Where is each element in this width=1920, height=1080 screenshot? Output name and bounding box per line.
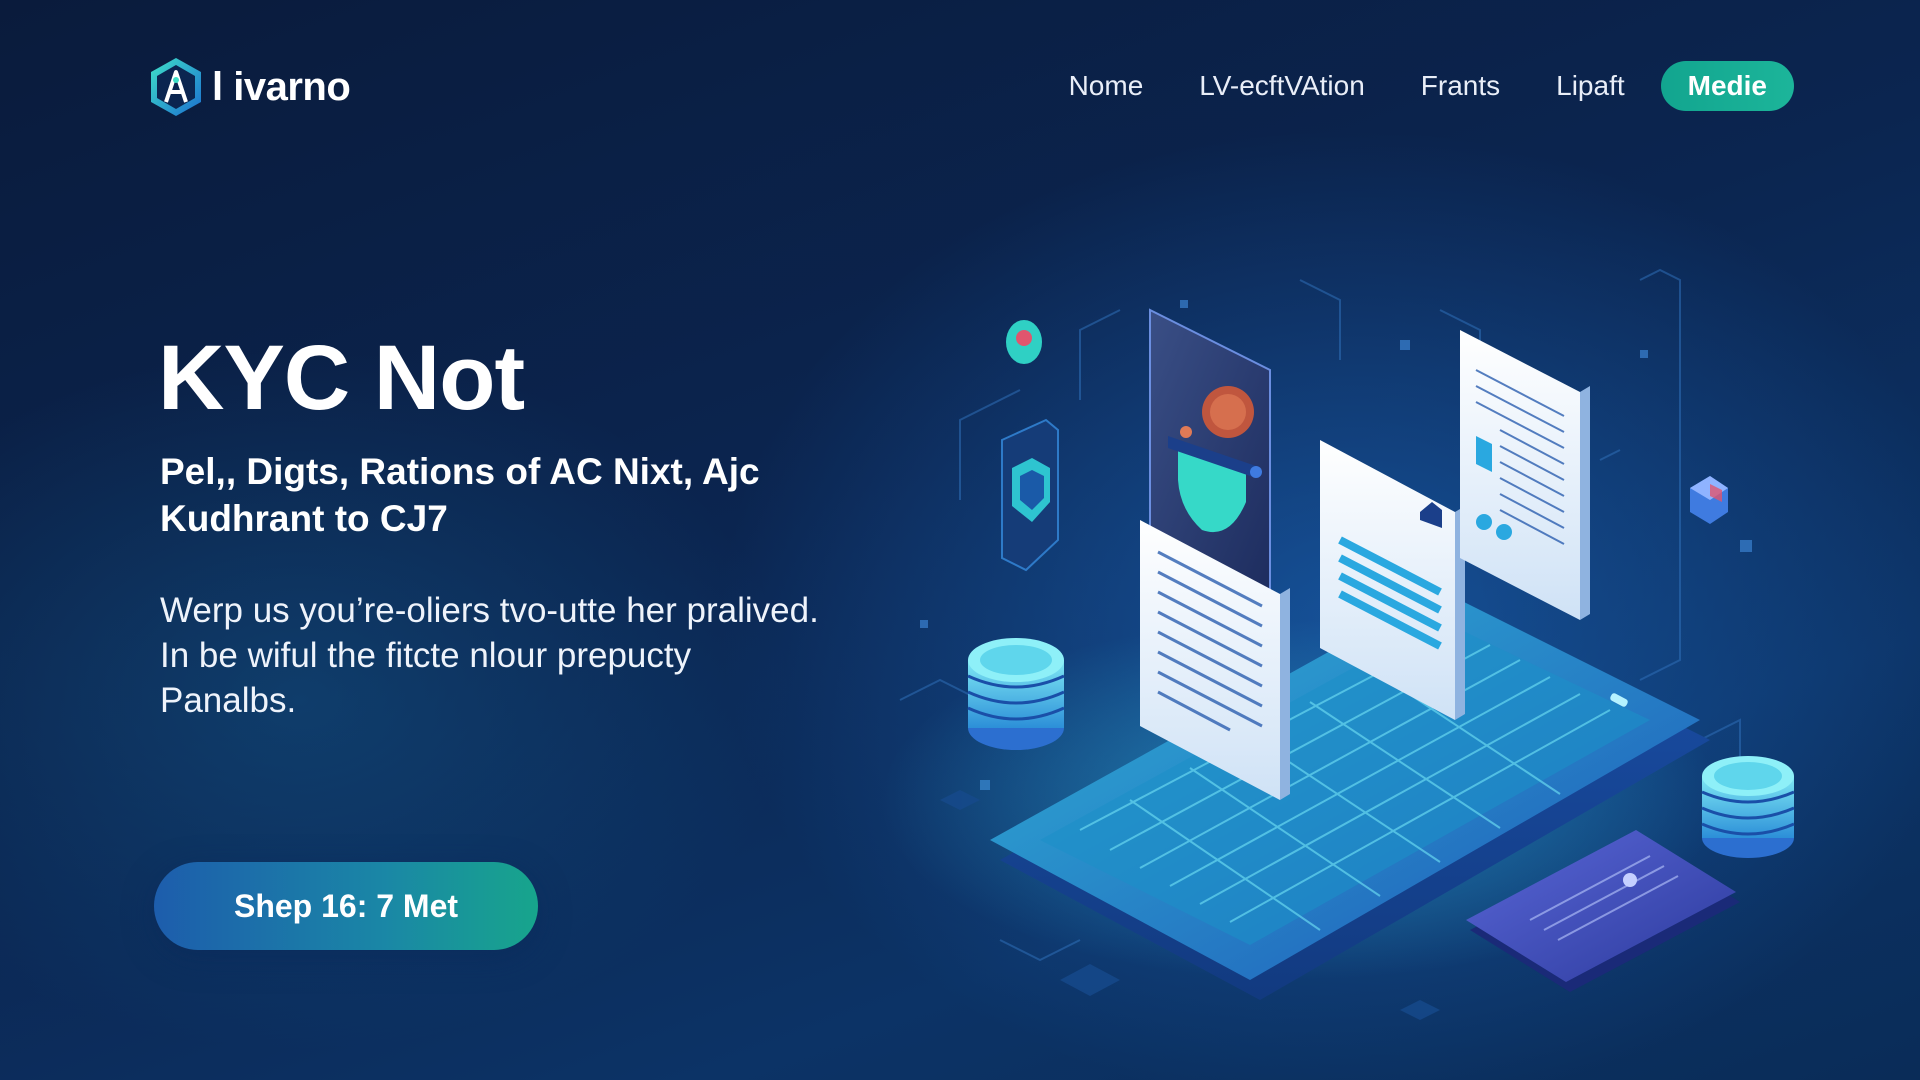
coin-stack-icon [1701, 756, 1795, 858]
document-icon [1460, 330, 1590, 620]
nav-link-nome[interactable]: Nome [1069, 70, 1144, 102]
nav-cta-button[interactable]: Medie [1660, 61, 1794, 111]
hero-title: KYC Not [158, 327, 525, 429]
brand-logo-link[interactable]: l ivarno [148, 56, 351, 118]
kyc-isometric-illustration [880, 240, 1820, 1040]
nav-links: Nome LV-ecftVAtion Frants Lipaft Medie [1069, 61, 1794, 111]
shield-icon [1001, 418, 1059, 572]
coin-stack-icon [967, 638, 1065, 750]
ai-hexagon-icon [151, 58, 201, 116]
illustration-canvas [880, 268, 1795, 1020]
cube-icon [1690, 476, 1728, 524]
hero-cta-button[interactable]: Shep 16: 7 Met [154, 862, 538, 950]
top-navigation: l ivarno Nome LV-ecftVAtion Frants Lipaf… [0, 0, 1920, 175]
nav-link-frants[interactable]: Frants [1421, 70, 1500, 102]
hero-description: Werp us you’re-oliers tvo-utte her prali… [160, 591, 819, 720]
nav-link-lipaft[interactable]: Lipaft [1556, 70, 1625, 102]
location-pin-icon [1006, 320, 1042, 364]
brand-name: l ivarno [212, 64, 351, 109]
nav-link-verification[interactable]: LV-ecftVAtion [1199, 70, 1365, 102]
hero-subtitle: Pel,, Digts, Rations of AC Nixt, Ajc Kud… [160, 451, 760, 539]
